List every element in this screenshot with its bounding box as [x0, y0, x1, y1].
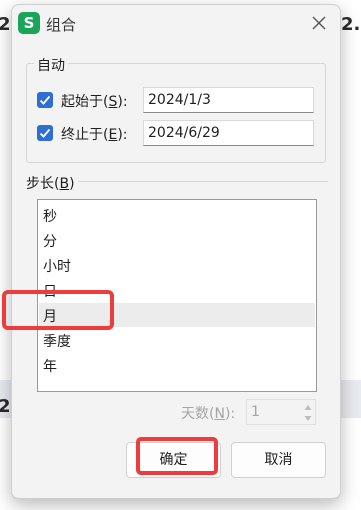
- list-item-quarter[interactable]: 季度: [39, 328, 315, 352]
- list-item-year[interactable]: 年: [39, 353, 315, 377]
- spin-up-icon: [304, 405, 312, 410]
- checkmark-icon: [39, 128, 51, 138]
- days-value: 1: [251, 404, 260, 420]
- step-label: 步长(B): [26, 176, 75, 192]
- list-item-minute[interactable]: 分: [39, 228, 315, 252]
- ok-highlight-box: [136, 437, 218, 475]
- end-label: 终止于(E):: [61, 127, 128, 143]
- dialog-titlebar: S 组合: [12, 5, 340, 41]
- list-item-second[interactable]: 秒: [39, 203, 315, 227]
- dialog-title: 组合: [46, 16, 77, 34]
- group-dialog: S 组合 自动 起始于(S): 2024/1/3 终止于(E): 2024/6/…: [11, 4, 341, 499]
- spreadsheet-app-icon: S: [18, 12, 40, 34]
- days-input: 1: [246, 399, 316, 425]
- list-item-hour[interactable]: 小时: [39, 253, 315, 277]
- background-fragment-left: 2: [0, 14, 11, 35]
- auto-groupbox-label: 自动: [34, 55, 68, 75]
- background-fragment-left-lower: 2: [0, 396, 11, 417]
- days-label: 天数(N):: [181, 406, 236, 422]
- month-highlight-box: [2, 290, 114, 330]
- start-date-input[interactable]: 2024/1/3: [143, 87, 314, 113]
- cancel-button[interactable]: 取消: [231, 442, 326, 478]
- background-fragment-right: 2.: [341, 14, 361, 35]
- end-checkbox[interactable]: [37, 125, 53, 141]
- step-divider: [78, 181, 328, 182]
- close-button[interactable]: [308, 12, 330, 34]
- close-icon: [312, 16, 326, 30]
- start-label: 起始于(S):: [61, 94, 128, 110]
- end-date-input[interactable]: 2024/6/29: [143, 120, 314, 146]
- spin-down-icon: [304, 416, 312, 421]
- auto-groupbox: [26, 63, 326, 163]
- start-checkbox[interactable]: [37, 92, 53, 108]
- checkmark-icon: [39, 95, 51, 105]
